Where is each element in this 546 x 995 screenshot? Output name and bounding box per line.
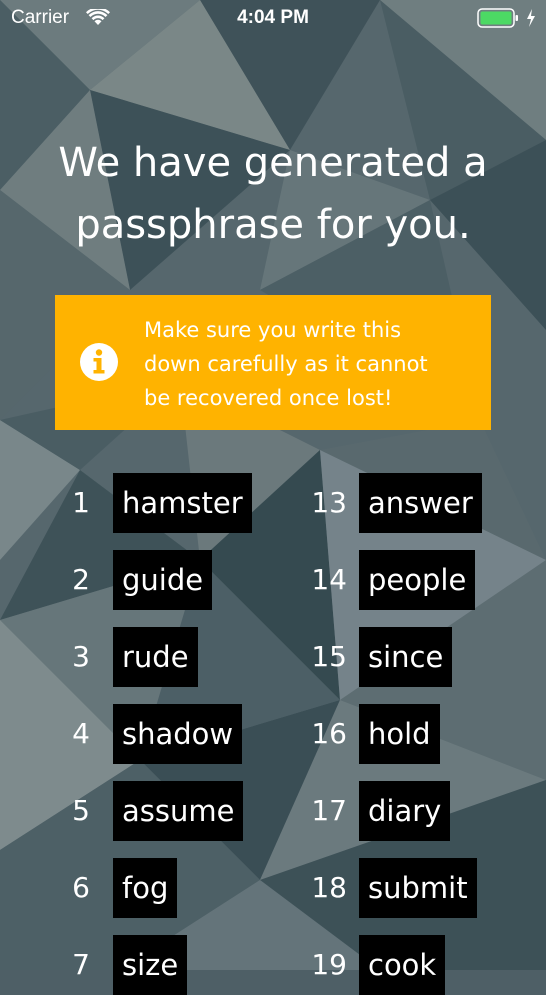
word-number: 19 <box>311 948 347 981</box>
passphrase-word-list: 1 hamster 2 guide 3 rude 4 shadow 5 assu… <box>0 0 546 995</box>
word-label: guide <box>113 550 213 610</box>
word-label: hold <box>359 704 440 764</box>
word-number: 2 <box>72 563 90 596</box>
word-label: fog <box>113 858 178 918</box>
word-number: 1 <box>72 486 90 519</box>
word-label: answer <box>359 473 482 533</box>
word-label: diary <box>359 781 451 841</box>
word-number: 13 <box>311 486 347 519</box>
word-label: size <box>113 935 188 995</box>
word-label: rude <box>113 627 198 687</box>
word-number: 4 <box>72 717 90 750</box>
word-number: 14 <box>311 563 347 596</box>
word-label: submit <box>359 858 477 918</box>
word-number: 3 <box>72 640 90 673</box>
word-number: 5 <box>72 794 90 827</box>
word-label: assume <box>113 781 244 841</box>
word-number: 16 <box>311 717 347 750</box>
word-label: since <box>359 627 453 687</box>
word-label: hamster <box>113 473 252 533</box>
word-label: shadow <box>113 704 243 764</box>
word-number: 17 <box>311 794 347 827</box>
word-number: 6 <box>72 871 90 904</box>
word-number: 18 <box>311 871 347 904</box>
word-label: cook <box>359 935 446 995</box>
word-number: 7 <box>72 948 90 981</box>
word-number: 15 <box>311 640 347 673</box>
word-label: people <box>359 550 476 610</box>
